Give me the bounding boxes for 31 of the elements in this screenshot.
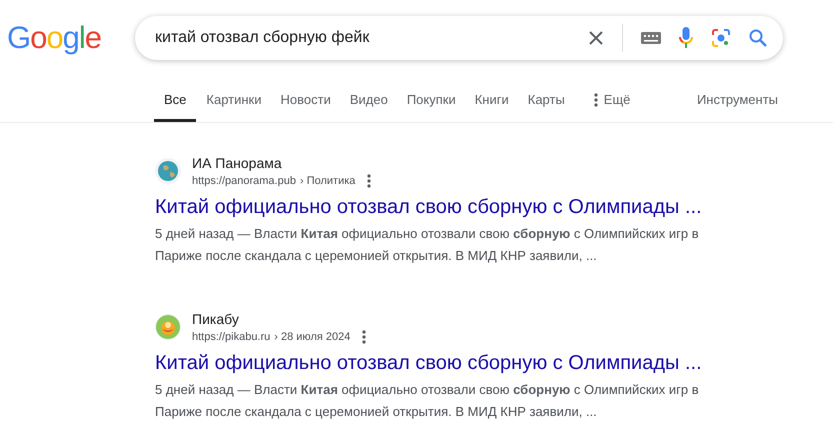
site-favicon: [155, 158, 181, 184]
breadcrumb: › 28 июля 2024: [274, 330, 350, 345]
keyboard-icon[interactable]: [641, 32, 661, 44]
result-url[interactable]: https://panorama.pub: [192, 173, 296, 189]
microphone-icon[interactable]: [679, 27, 693, 49]
result-url[interactable]: https://pikabu.ru: [192, 329, 270, 345]
site-favicon: [155, 314, 181, 340]
camera-icon[interactable]: [711, 28, 731, 48]
more-icon[interactable]: [362, 330, 366, 344]
google-logo[interactable]: Google: [7, 20, 102, 55]
search-tab[interactable]: Видео: [340, 92, 397, 122]
site-name[interactable]: ИА Панорама: [192, 153, 372, 173]
search-tab[interactable]: Книги: [464, 92, 518, 122]
result-title-link[interactable]: Китай официально отозвал свою сборную с Олимпиады ...: [155, 350, 702, 376]
more-icon[interactable]: [594, 92, 598, 106]
search-tab[interactable]: Покупки: [396, 92, 465, 122]
search-tab[interactable]: Карты: [518, 92, 574, 122]
result-snippet: 5 дней назад — Власти Китая официально отозвали свою сборную с Олимпийских игр в Париже после скандала с церемонией открытия. В МИД КНР заявили, ...: [155, 381, 700, 421]
tools-link[interactable]: Инструменты: [696, 92, 778, 122]
search-tab[interactable]: Новости: [270, 92, 340, 122]
close-icon[interactable]: [588, 30, 604, 46]
more-icon[interactable]: [367, 174, 372, 188]
search-tab[interactable]: Ещё: [584, 92, 640, 122]
breadcrumb: › Политика: [300, 174, 356, 189]
result-snippet: 5 дней назад — Власти Китая официально отозвали свою сборную с Олимпийских игр в Париже после скандала с церемонией открытия. В МИД КНР заявили, ...: [155, 225, 700, 265]
search-field[interactable]: китай отозвал сборную фейк: [155, 29, 588, 47]
result-title-link[interactable]: Китай официально отозвал свою сборную с Олимпиады ...: [155, 194, 702, 220]
search-tab[interactable]: Все: [154, 92, 196, 122]
search-tab[interactable]: Картинки: [196, 92, 270, 122]
site-name[interactable]: Пикабу: [192, 309, 366, 329]
search-icon[interactable]: [749, 29, 767, 47]
